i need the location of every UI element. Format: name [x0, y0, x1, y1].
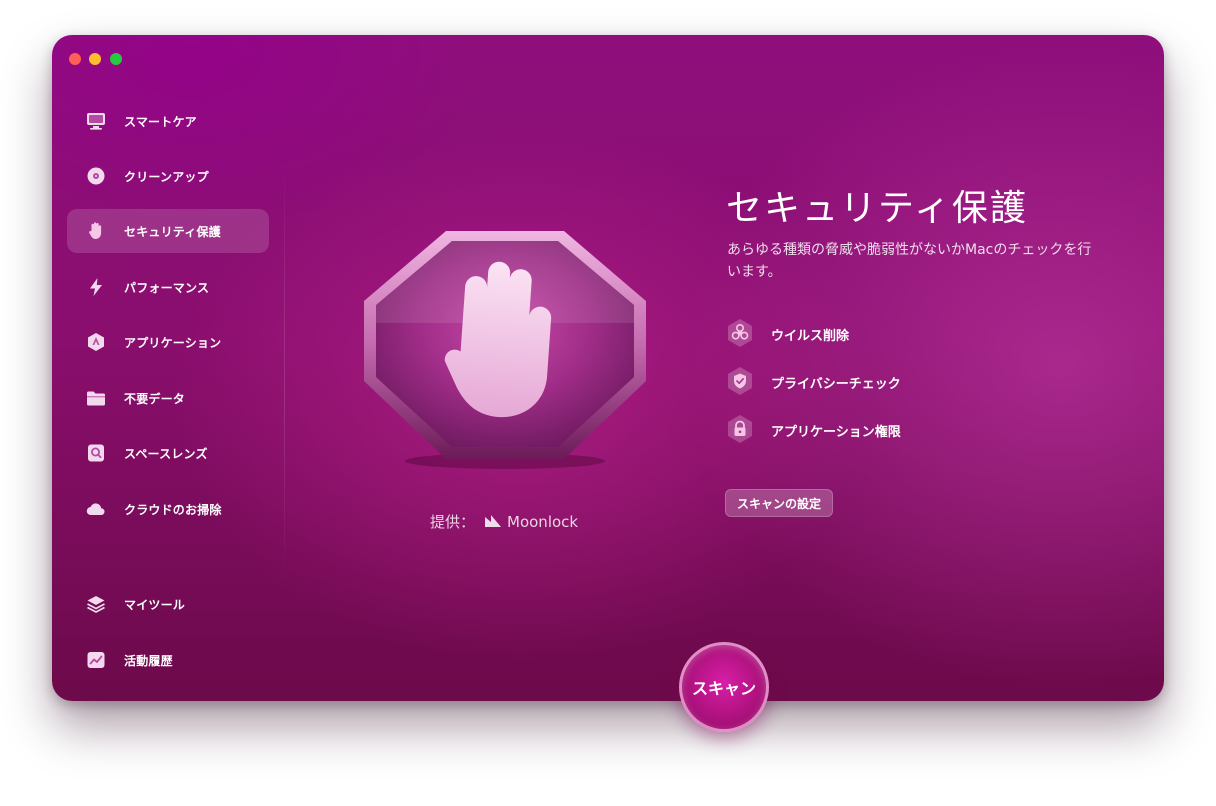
biohazard-icon	[725, 318, 755, 348]
feature-virus-removal: ウイルス削除	[725, 318, 1085, 348]
sidebar-item-label: 不要データ	[124, 392, 186, 406]
sidebar-item-security[interactable]: セキュリティ保護	[67, 209, 269, 253]
disk-icon	[85, 165, 107, 187]
feature-app-permissions: アプリケーション権限	[725, 414, 1085, 444]
security-badge-illustration	[358, 223, 652, 473]
sidebar-item-cleanup[interactable]: クリーンアップ	[67, 154, 269, 198]
feature-label: アプリケーション権限	[771, 425, 901, 440]
sidebar-item-label: スマートケア	[124, 115, 197, 129]
sidebar-item-label: 活動履歴	[124, 654, 173, 668]
activity-icon	[85, 649, 107, 671]
lightning-icon	[85, 276, 107, 298]
sidebar-divider	[284, 155, 285, 585]
feature-privacy-check: プライバシーチェック	[725, 366, 1085, 396]
sidebar-item-activity-history[interactable]: 活動履歴	[67, 638, 269, 682]
lock-icon	[725, 414, 755, 444]
page-title: セキュリティ保護	[726, 188, 1028, 229]
sidebar: スマートケア クリーンアップ セキュリティ保護 パフォーマンス アプリケーション…	[52, 35, 284, 701]
moonlock-logo-icon	[485, 513, 502, 531]
page-description: あらゆる種類の脅威や脆弱性がないかMacのチェックを行います。	[727, 242, 1092, 280]
sidebar-item-my-tools[interactable]: マイツール	[67, 582, 269, 626]
sidebar-item-smart-care[interactable]: スマートケア	[67, 99, 269, 143]
monitor-icon	[85, 110, 107, 132]
hand-icon	[85, 220, 107, 242]
scan-button[interactable]: スキャン	[679, 642, 769, 732]
sidebar-item-label: マイツール	[124, 598, 186, 612]
provider-prefix: 提供：	[430, 513, 476, 531]
sidebar-item-junk[interactable]: 不要データ	[67, 376, 269, 420]
sidebar-item-label: パフォーマンス	[124, 281, 210, 295]
sidebar-item-label: クリーンアップ	[124, 170, 209, 184]
sidebar-item-label: アプリケーション	[124, 336, 222, 350]
sidebar-item-label: スペースレンズ	[124, 447, 208, 461]
sidebar-item-label: セキュリティ保護	[124, 225, 221, 239]
sidebar-item-cloud-cleanup[interactable]: クラウドのお掃除	[67, 487, 269, 531]
layers-icon	[85, 593, 107, 615]
scan-settings-button[interactable]: スキャンの設定	[725, 489, 834, 517]
shield-icon	[725, 366, 755, 396]
provider-credit: 提供： Moonlock	[430, 511, 578, 532]
sidebar-item-performance[interactable]: パフォーマンス	[67, 265, 269, 309]
sidebar-item-space-lens[interactable]: スペースレンズ	[67, 431, 269, 475]
sidebar-item-applications[interactable]: アプリケーション	[67, 320, 269, 364]
feature-label: ウイルス削除	[771, 329, 850, 344]
app-icon	[85, 331, 107, 353]
app-window: スマートケア クリーンアップ セキュリティ保護 パフォーマンス アプリケーション…	[52, 35, 1164, 701]
feature-label: プライバシーチェック	[771, 377, 901, 392]
folder-icon	[85, 387, 107, 409]
cloud-icon	[85, 498, 107, 520]
sidebar-item-label: クラウドのお掃除	[124, 503, 222, 517]
provider-name: Moonlock	[507, 512, 579, 531]
lens-icon	[85, 442, 107, 464]
